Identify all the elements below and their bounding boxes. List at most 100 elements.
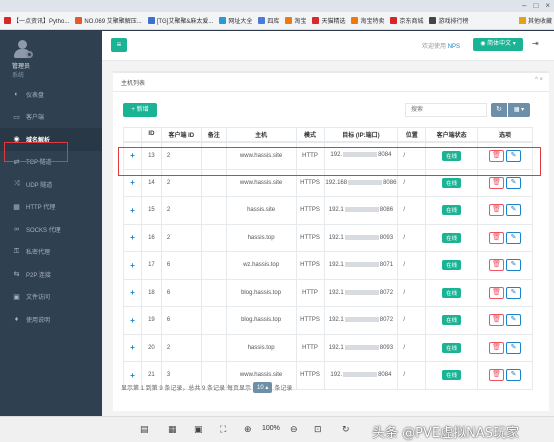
sidebar-item[interactable]: ⚿ 私密代理 [0,241,102,264]
bookmark-item[interactable]: 游戏排行榜 [429,16,469,25]
sidebar-item[interactable]: ▭ 客户端 [0,106,102,129]
target-port: 8086 [379,207,394,214]
redacted-ip [344,317,379,323]
delete-button[interactable]: 🗑 [489,204,505,217]
zoom-in-icon[interactable]: ⊕ [244,424,252,435]
column-header[interactable] [123,127,142,143]
cell-remark [200,196,227,225]
column-header[interactable]: ID [140,127,162,143]
logout-icon[interactable]: ⇥ [532,39,539,48]
delete-button[interactable]: 🗑 [489,341,505,354]
sidebar-item[interactable]: ∞ SOCKS 代理 [0,218,102,241]
bookmark-item[interactable]: 京东商城 [390,16,423,25]
rotate-icon[interactable]: ↻ [342,424,350,435]
menu-toggle-button[interactable]: ≡ [111,38,127,52]
table-header-row: ID 客户端 ID 备注 主机 模式 目标 (IP:端口) 位置 客户端状态 选项 [123,127,533,143]
table-row: + 19 6 blog.hassis.top HTTPS 192.1 8072 /… [123,306,533,335]
column-header[interactable]: 主机 [225,127,297,143]
column-header[interactable]: 目标 (IP:端口) [323,127,399,143]
gallery-icon[interactable]: ▣ [194,424,203,435]
expand-cell: + [123,223,142,252]
edit-button[interactable]: ✎ [506,231,522,244]
bookmark-label: NO.069 艾聚聚解压... [84,19,142,25]
thumbnail-icon[interactable]: ▤ [140,424,149,435]
expand-row-icon[interactable]: + [130,371,135,380]
maximize-icon[interactable]: □ [533,2,538,10]
expand-row-icon[interactable]: + [130,343,135,352]
target-ip-prefix: 192.1 [328,317,344,324]
fit-screen-icon[interactable]: ⛶ [220,424,226,435]
bookmark-item[interactable]: 淘宝 [285,16,306,25]
bookmark-label: 网址大全 [228,19,253,25]
sidebar-item[interactable]: ◐ 仪表盘 [0,83,102,106]
panel-collapse-close-icon[interactable]: ^ × [535,77,543,83]
delete-button[interactable]: 🗑 [489,286,505,299]
sidebar-item[interactable]: ▣ 文件访问 [0,286,102,309]
bookmark-item[interactable]: 四库 [258,16,279,25]
expand-row-icon[interactable]: + [130,206,135,215]
bookmark-favicon-icon [285,17,293,24]
bookmark-item[interactable]: 网址大全 [219,16,252,25]
delete-button[interactable]: 🗑 [489,176,505,189]
edit-button[interactable]: ✎ [506,286,522,299]
sidebar-item[interactable]: ⤨ UDP 隧道 [0,173,102,196]
edit-button[interactable]: ✎ [506,314,522,327]
sidebar-item[interactable]: ⇆ P2P 连接 [0,263,102,286]
column-header[interactable]: 客户端状态 [425,127,479,143]
page-size-select[interactable]: 10 ▴ [253,382,273,393]
bookmark-item[interactable]: [TG]艾聚聚&麻太爱... [147,16,214,25]
column-header[interactable]: 选项 [477,127,533,143]
delete-button[interactable]: 🗑 [489,231,505,244]
bookmarks-more[interactable]: 其他收藏 [515,16,552,25]
bookmark-item[interactable]: NO.069 艾聚聚解压... [75,16,142,25]
expand-row-icon[interactable]: + [130,261,135,270]
cell-mode: HTTPS [295,361,325,390]
delete-button[interactable]: 🗑 [489,259,505,272]
edit-button[interactable]: ✎ [506,259,522,272]
column-header[interactable]: 客户端 ID [160,127,202,143]
user-avatar-icon[interactable] [12,39,33,59]
edit-button[interactable]: ✎ [506,204,522,217]
bookmark-item[interactable]: 【一点资讯】Pytho... [4,16,69,25]
table-icon: ▦ [13,203,20,211]
edit-button[interactable]: ✎ [506,176,522,189]
close-icon[interactable]: × [545,2,550,10]
minimize-icon[interactable]: – [522,2,526,10]
edit-button[interactable]: ✎ [506,341,522,354]
cell-status: 在线 [425,196,479,225]
column-header[interactable]: 位置 [397,127,427,143]
language-select-button[interactable]: ◉ 简体中文 ▾ [473,38,523,51]
bookmark-label: [TG]艾聚聚&麻太爱... [156,19,214,25]
cell-host: hassis.site [225,196,297,225]
cell-status: 在线 [425,278,479,307]
monitor-icon: ▭ [13,113,20,121]
search-input[interactable] [405,103,487,117]
cell-remark [200,251,227,280]
cell-mode: HTTPS [295,196,325,225]
delete-button[interactable]: 🗑 [489,314,505,327]
expand-row-icon[interactable]: + [130,233,135,242]
sidebar-item[interactable]: ▦ HTTP 代理 [0,196,102,219]
add-host-button[interactable]: + 新增 [123,103,157,117]
edit-button[interactable]: ✎ [506,369,522,382]
expand-row-icon[interactable]: + [130,316,135,325]
target-port: 8072 [379,289,394,296]
target-port: 8093 [379,234,394,241]
sidebar-item[interactable]: ♦ 使用说明 [0,308,102,331]
column-header[interactable]: 备注 [200,127,227,143]
bookmark-item[interactable]: 天猫精选 [312,16,345,25]
user-name: 管理员 [12,64,31,70]
expand-row-icon[interactable]: + [130,178,135,187]
zoom-out-icon[interactable]: ⊖ [290,424,298,435]
cell-status: 在线 [425,333,479,362]
columns-toggle-button[interactable]: ▦ ▾ [508,103,530,117]
delete-button[interactable]: 🗑 [489,369,505,382]
refresh-button[interactable]: ↻ [491,103,507,117]
actual-size-icon[interactable]: ⊡ [314,424,322,435]
table-row: + 17 6 wz.hassis.top HTTPS 192.1 8071 / 在… [123,251,533,280]
grid-view-icon[interactable]: ▦ [168,424,177,435]
expand-row-icon[interactable]: + [130,288,135,297]
bookmark-item[interactable]: 淘宝特卖 [351,16,384,25]
cell-mode: HTTP [295,278,325,307]
column-header[interactable]: 模式 [295,127,325,143]
